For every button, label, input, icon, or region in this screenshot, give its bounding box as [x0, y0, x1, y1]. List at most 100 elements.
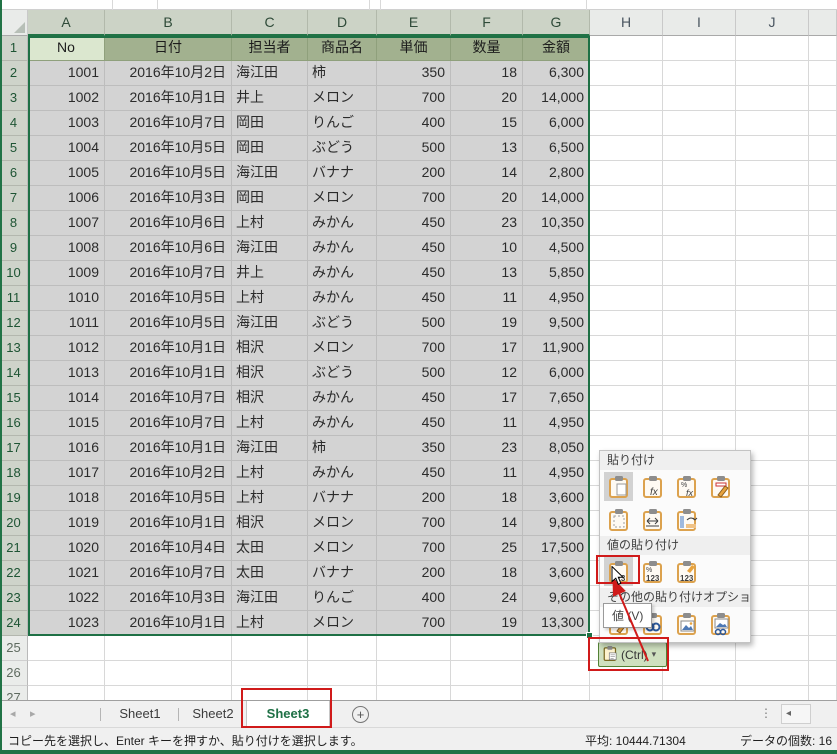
empty-cell[interactable] — [809, 386, 837, 411]
empty-cell[interactable] — [809, 636, 837, 661]
empty-cell[interactable] — [590, 86, 663, 111]
formulas-number-formatting-icon[interactable]: %fx — [672, 472, 701, 501]
data-cell[interactable]: 4,950 — [523, 411, 590, 436]
data-cell[interactable]: みかん — [308, 236, 377, 261]
data-cell[interactable]: 7,650 — [523, 386, 590, 411]
empty-cell[interactable] — [663, 136, 736, 161]
data-cell[interactable]: 25 — [451, 536, 523, 561]
empty-cell[interactable] — [663, 211, 736, 236]
empty-cell[interactable] — [308, 636, 377, 661]
data-cell[interactable]: 8,050 — [523, 436, 590, 461]
data-cell[interactable]: みかん — [308, 386, 377, 411]
data-cell[interactable]: 350 — [377, 436, 451, 461]
data-cell[interactable]: 450 — [377, 461, 451, 486]
values-icon[interactable]: 123 — [604, 557, 633, 586]
data-cell[interactable]: 23 — [451, 211, 523, 236]
empty-cell[interactable] — [377, 636, 451, 661]
picture-icon[interactable] — [672, 609, 701, 638]
data-cell[interactable]: 2016年10月1日 — [105, 436, 232, 461]
data-cell[interactable]: 24 — [451, 586, 523, 611]
empty-cell[interactable] — [736, 286, 809, 311]
data-cell[interactable]: 17 — [451, 336, 523, 361]
column-header-I[interactable]: I — [663, 10, 736, 36]
data-cell[interactable]: 700 — [377, 511, 451, 536]
data-cell[interactable]: 19 — [451, 611, 523, 636]
data-cell[interactable]: 450 — [377, 261, 451, 286]
row-header-22[interactable]: 22 — [0, 561, 28, 586]
row-header-19[interactable]: 19 — [0, 486, 28, 511]
column-header-J[interactable]: J — [736, 10, 809, 36]
empty-cell[interactable] — [28, 636, 105, 661]
data-cell[interactable]: 1023 — [28, 611, 105, 636]
data-cell[interactable]: 9,500 — [523, 311, 590, 336]
data-cell[interactable]: 11,900 — [523, 336, 590, 361]
empty-cell[interactable] — [809, 261, 837, 286]
empty-cell[interactable] — [590, 686, 663, 700]
data-cell[interactable]: 400 — [377, 111, 451, 136]
empty-cell[interactable] — [663, 111, 736, 136]
data-cell[interactable]: 450 — [377, 286, 451, 311]
empty-cell[interactable] — [663, 236, 736, 261]
row-header-26[interactable]: 26 — [0, 661, 28, 686]
data-cell[interactable]: 11 — [451, 411, 523, 436]
empty-cell[interactable] — [590, 136, 663, 161]
data-cell[interactable]: メロン — [308, 186, 377, 211]
data-cell[interactable]: 13 — [451, 136, 523, 161]
data-cell[interactable]: 岡田 — [232, 186, 308, 211]
empty-cell[interactable] — [809, 111, 837, 136]
data-cell[interactable]: 岡田 — [232, 136, 308, 161]
data-cell[interactable]: 10 — [451, 236, 523, 261]
data-cell[interactable]: 18 — [451, 61, 523, 86]
data-cell[interactable]: 上村 — [232, 286, 308, 311]
empty-cell[interactable] — [736, 386, 809, 411]
empty-cell[interactable] — [590, 111, 663, 136]
empty-cell[interactable] — [590, 386, 663, 411]
formulas-icon[interactable]: fx — [638, 472, 667, 501]
data-cell[interactable]: 海江田 — [232, 586, 308, 611]
data-cell[interactable]: りんご — [308, 586, 377, 611]
empty-cell[interactable] — [809, 136, 837, 161]
data-cell[interactable]: 14 — [451, 161, 523, 186]
empty-cell[interactable] — [590, 311, 663, 336]
data-cell[interactable]: 2016年10月7日 — [105, 386, 232, 411]
data-cell[interactable]: 1010 — [28, 286, 105, 311]
data-cell[interactable]: 10,350 — [523, 211, 590, 236]
column-header-H[interactable]: H — [590, 10, 663, 36]
empty-cell[interactable] — [809, 311, 837, 336]
data-cell[interactable]: 1017 — [28, 461, 105, 486]
empty-cell[interactable] — [809, 236, 837, 261]
row-header-14[interactable]: 14 — [0, 361, 28, 386]
data-cell[interactable]: 上村 — [232, 611, 308, 636]
empty-cell[interactable] — [590, 361, 663, 386]
empty-cell[interactable] — [809, 436, 837, 461]
row-header-12[interactable]: 12 — [0, 311, 28, 336]
table-header-cell[interactable]: 商品名 — [308, 36, 377, 61]
empty-cell[interactable] — [663, 61, 736, 86]
empty-cell[interactable] — [809, 686, 837, 700]
data-cell[interactable]: 2016年10月5日 — [105, 311, 232, 336]
data-cell[interactable]: 1008 — [28, 236, 105, 261]
data-cell[interactable]: 450 — [377, 236, 451, 261]
data-cell[interactable]: 1022 — [28, 586, 105, 611]
data-cell[interactable]: 上村 — [232, 486, 308, 511]
data-cell[interactable]: 1020 — [28, 536, 105, 561]
empty-cell[interactable] — [451, 686, 523, 700]
empty-cell[interactable] — [736, 211, 809, 236]
row-header-18[interactable]: 18 — [0, 461, 28, 486]
row-header-23[interactable]: 23 — [0, 586, 28, 611]
empty-cell[interactable] — [809, 361, 837, 386]
data-cell[interactable]: 12 — [451, 361, 523, 386]
data-cell[interactable]: 1013 — [28, 361, 105, 386]
column-header-C[interactable]: C — [232, 10, 308, 36]
row-header-11[interactable]: 11 — [0, 286, 28, 311]
data-cell[interactable]: メロン — [308, 511, 377, 536]
empty-cell[interactable] — [663, 361, 736, 386]
empty-cell[interactable] — [590, 411, 663, 436]
data-cell[interactable]: 9,800 — [523, 511, 590, 536]
empty-cell[interactable] — [308, 686, 377, 700]
data-cell[interactable]: ぶどう — [308, 361, 377, 386]
empty-cell[interactable] — [377, 686, 451, 700]
data-cell[interactable]: 上村 — [232, 211, 308, 236]
empty-cell[interactable] — [809, 411, 837, 436]
row-header-8[interactable]: 8 — [0, 211, 28, 236]
